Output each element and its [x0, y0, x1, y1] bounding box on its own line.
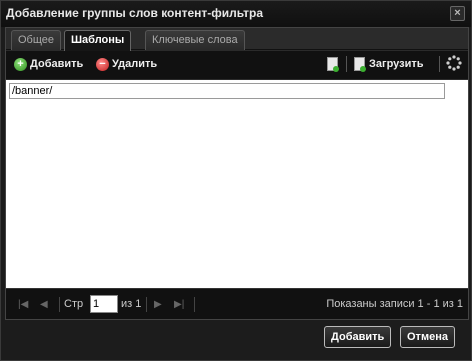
- last-page-icon[interactable]: ▶|: [174, 299, 184, 310]
- minus-icon: −: [96, 58, 109, 71]
- new-file-button[interactable]: [326, 57, 340, 73]
- tab-templates[interactable]: Шаблоны: [64, 30, 132, 51]
- load-button-label: Загрузить: [369, 58, 424, 70]
- tab-bar: Общее Шаблоны Ключевые слова: [6, 28, 468, 51]
- delete-button[interactable]: − Удалить: [96, 57, 166, 73]
- toolbar: + Добавить − Удалить Загрузить: [6, 51, 468, 79]
- page-label: Стр: [64, 298, 84, 310]
- next-page-icon[interactable]: ▶: [154, 299, 162, 310]
- pager-separator: [194, 297, 195, 312]
- first-page-icon[interactable]: |◀: [18, 299, 28, 310]
- add-button-label: Добавить: [30, 58, 84, 70]
- refresh-icon[interactable]: [446, 55, 462, 71]
- pager-separator: [59, 297, 60, 312]
- pager-separator: [146, 297, 147, 312]
- tab-general[interactable]: Общее: [11, 30, 62, 50]
- page-number-input[interactable]: [90, 295, 118, 313]
- tab-panel: Общее Шаблоны Ключевые слова + Добавить …: [5, 27, 469, 320]
- pager: |◀ ◀ Стр из 1 ▶ ▶| Показаны записи 1 - 1…: [6, 288, 468, 319]
- title-bar[interactable]: Добавление группы слов контент-фильтра ×: [1, 1, 471, 27]
- records-info: Показаны записи 1 - 1 из 1: [326, 298, 463, 310]
- templates-grid: /banner/: [6, 80, 468, 288]
- submit-add-button[interactable]: Добавить: [324, 326, 392, 348]
- dialog-title: Добавление группы слов контент-фильтра: [6, 6, 264, 20]
- plus-icon: +: [14, 58, 27, 71]
- load-button[interactable]: Загрузить: [353, 57, 431, 73]
- tab-keywords[interactable]: Ключевые слова: [145, 30, 245, 50]
- page-count-label: из 1: [121, 298, 142, 310]
- prev-page-icon[interactable]: ◀: [40, 299, 48, 310]
- close-icon[interactable]: ×: [450, 6, 465, 21]
- table-row[interactable]: /banner/: [9, 83, 445, 99]
- toolbar-separator: [439, 56, 440, 72]
- new-document-icon: [327, 57, 339, 72]
- dialog-window: Добавление группы слов контент-фильтра ×…: [0, 0, 472, 361]
- load-document-icon: [354, 57, 366, 72]
- toolbar-separator: [346, 56, 347, 72]
- delete-button-label: Удалить: [112, 58, 158, 70]
- add-button[interactable]: + Добавить: [14, 57, 90, 73]
- cancel-button[interactable]: Отмена: [400, 326, 455, 348]
